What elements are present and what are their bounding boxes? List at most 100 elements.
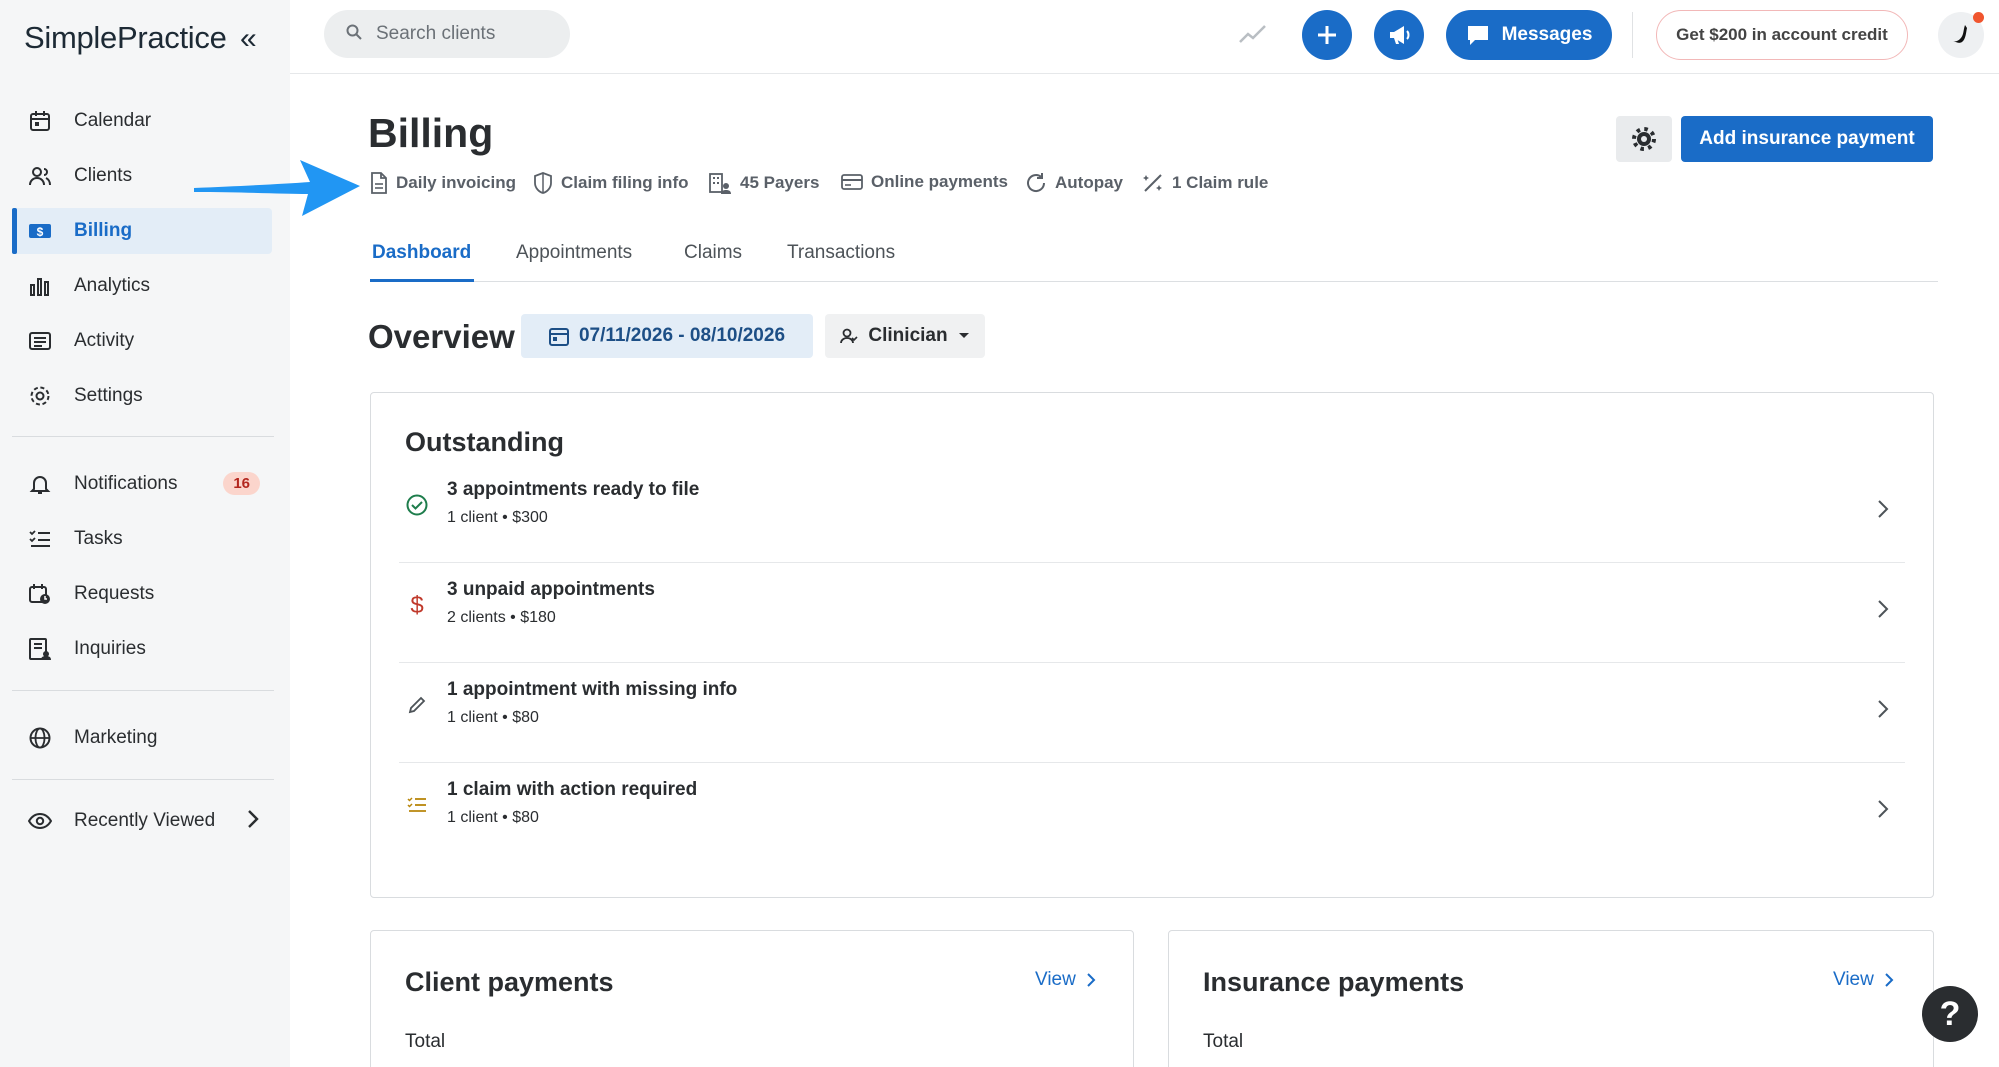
outstanding-row-unpaid[interactable]: $ 3 unpaid appointments 2 clients • $180: [399, 563, 1905, 663]
quick-link-label: 1 Claim rule: [1172, 173, 1269, 192]
client-payments-card: Client payments View Total: [370, 930, 1134, 1067]
refresh-icon: [1027, 173, 1046, 192]
analytics-icon: [28, 274, 52, 298]
search-box[interactable]: [324, 10, 570, 58]
notifications-count-badge: 16: [223, 472, 260, 495]
sidebar-item-label: Analytics: [74, 275, 151, 296]
quick-link-claim-rule[interactable]: 1 Claim rule: [1142, 172, 1268, 194]
outstanding-row-claim-action[interactable]: 1 claim with action required 1 client • …: [399, 763, 1905, 863]
quick-link-label: Claim filing info: [561, 173, 689, 192]
topbar-divider: [1632, 12, 1633, 58]
tab-dashboard[interactable]: Dashboard: [372, 242, 471, 264]
row-title: 3 unpaid appointments: [447, 579, 655, 600]
row-title: 1 appointment with missing info: [447, 679, 738, 700]
app-logo[interactable]: SimplePractice: [24, 20, 227, 56]
activity-icon: [28, 329, 52, 353]
requests-icon: [28, 582, 52, 606]
sidebar-item-notifications[interactable]: Notifications 16: [12, 461, 272, 507]
collapse-sidebar-icon[interactable]: «: [240, 24, 257, 54]
tabs-divider: [370, 281, 1938, 282]
tab-claims[interactable]: Claims: [684, 242, 742, 264]
date-range-label: 07/11/2026 - 08/10/2026: [578, 325, 786, 346]
quick-link-payers[interactable]: 45 Payers: [708, 172, 819, 194]
chevron-right-icon: [1885, 973, 1894, 987]
quick-link-autopay[interactable]: Autopay: [1025, 172, 1123, 194]
trend-icon[interactable]: [1238, 22, 1268, 51]
sidebar-item-label: Activity: [74, 330, 135, 351]
chat-icon: [1467, 26, 1488, 45]
sidebar-item-requests[interactable]: Requests: [12, 571, 272, 617]
wand-icon: [1143, 174, 1162, 192]
chevron-right-icon: [1877, 799, 1889, 824]
tasks-icon: [28, 527, 52, 551]
sidebar-item-settings[interactable]: Settings: [12, 373, 272, 419]
sidebar-item-label: Clients: [74, 165, 133, 186]
messages-button[interactable]: Messages: [1446, 10, 1612, 60]
announcements-button[interactable]: [1374, 10, 1424, 60]
sidebar-item-label: Notifications: [74, 473, 178, 494]
outstanding-row-missing-info[interactable]: 1 appointment with missing info 1 client…: [399, 663, 1905, 763]
add-insurance-payment-button[interactable]: Add insurance payment: [1681, 116, 1933, 162]
sidebar-item-label: Billing: [74, 220, 133, 241]
active-tab-indicator: [370, 279, 474, 282]
document-icon: [371, 172, 387, 194]
search-icon: [346, 24, 362, 45]
chevron-right-icon: [1087, 973, 1096, 987]
sidebar-item-recently-viewed[interactable]: Recently Viewed: [12, 798, 272, 844]
search-input[interactable]: [376, 23, 556, 45]
account-credit-button[interactable]: Get $200 in account credit: [1656, 10, 1908, 60]
sidebar-item-calendar[interactable]: Calendar: [12, 98, 272, 144]
tab-transactions[interactable]: Transactions: [787, 242, 895, 264]
calendar-icon: [28, 109, 52, 133]
outstanding-title: Outstanding: [405, 427, 564, 457]
user-avatar-icon: [1953, 25, 1967, 43]
sidebar-item-label: Tasks: [74, 528, 123, 549]
card-icon: [841, 174, 863, 190]
add-button[interactable]: [1302, 10, 1352, 60]
sidebar-item-label: Requests: [74, 583, 155, 604]
insurance-payments-view-link[interactable]: View: [1833, 969, 1894, 991]
row-title: 3 appointments ready to file: [447, 479, 700, 500]
page-title: Billing: [368, 110, 494, 156]
sidebar-item-activity[interactable]: Activity: [12, 318, 272, 364]
client-payments-title: Client payments: [405, 967, 614, 997]
dollar-icon: $: [405, 592, 429, 618]
sidebar-item-marketing[interactable]: Marketing: [12, 715, 272, 761]
building-icon: [709, 173, 731, 194]
calendar-icon: [548, 328, 569, 346]
sidebar-divider: [12, 690, 274, 691]
overview-title: Overview: [368, 318, 515, 355]
billing-settings-button[interactable]: [1616, 116, 1672, 162]
sidebar-item-label: Calendar: [74, 110, 152, 131]
globe-icon: [28, 726, 52, 750]
clients-icon: [28, 164, 52, 188]
clinician-icon: [840, 328, 858, 344]
checklist-icon: [405, 793, 429, 817]
view-label: View: [1833, 969, 1874, 990]
clinician-filter-dropdown[interactable]: Clinician: [825, 314, 985, 358]
date-range-button[interactable]: 07/11/2026 - 08/10/2026: [521, 314, 813, 358]
avatar[interactable]: [1938, 12, 1984, 58]
eye-icon: [28, 809, 52, 833]
sidebar-item-tasks[interactable]: Tasks: [12, 516, 272, 562]
caret-down-icon: [958, 333, 969, 338]
sidebar-item-inquiries[interactable]: Inquiries: [12, 626, 272, 672]
client-payments-view-link[interactable]: View: [1035, 969, 1096, 991]
svg-text:$: $: [410, 592, 423, 618]
row-subtitle: 1 client • $300: [447, 509, 548, 526]
outstanding-row-ready-to-file[interactable]: 3 appointments ready to file 1 client • …: [399, 463, 1905, 563]
quick-link-online-payments[interactable]: Online payments: [841, 172, 1008, 192]
outstanding-card: Outstanding 3 appointments ready to file…: [370, 392, 1934, 898]
sidebar-divider: [12, 436, 274, 437]
quick-link-daily-invoicing[interactable]: Daily invoicing: [370, 172, 516, 194]
shield-icon: [534, 172, 552, 194]
sidebar-item-analytics[interactable]: Analytics: [12, 263, 272, 309]
clinician-label: Clinician: [868, 325, 948, 346]
sidebar-divider: [12, 779, 274, 780]
client-payments-total-label: Total: [405, 1031, 446, 1052]
settings-icon: [28, 384, 52, 408]
gear-icon: [1632, 127, 1656, 151]
quick-link-claim-filing-info[interactable]: Claim filing info: [533, 172, 689, 194]
tab-appointments[interactable]: Appointments: [516, 242, 632, 264]
help-button[interactable]: ?: [1922, 986, 1978, 1042]
